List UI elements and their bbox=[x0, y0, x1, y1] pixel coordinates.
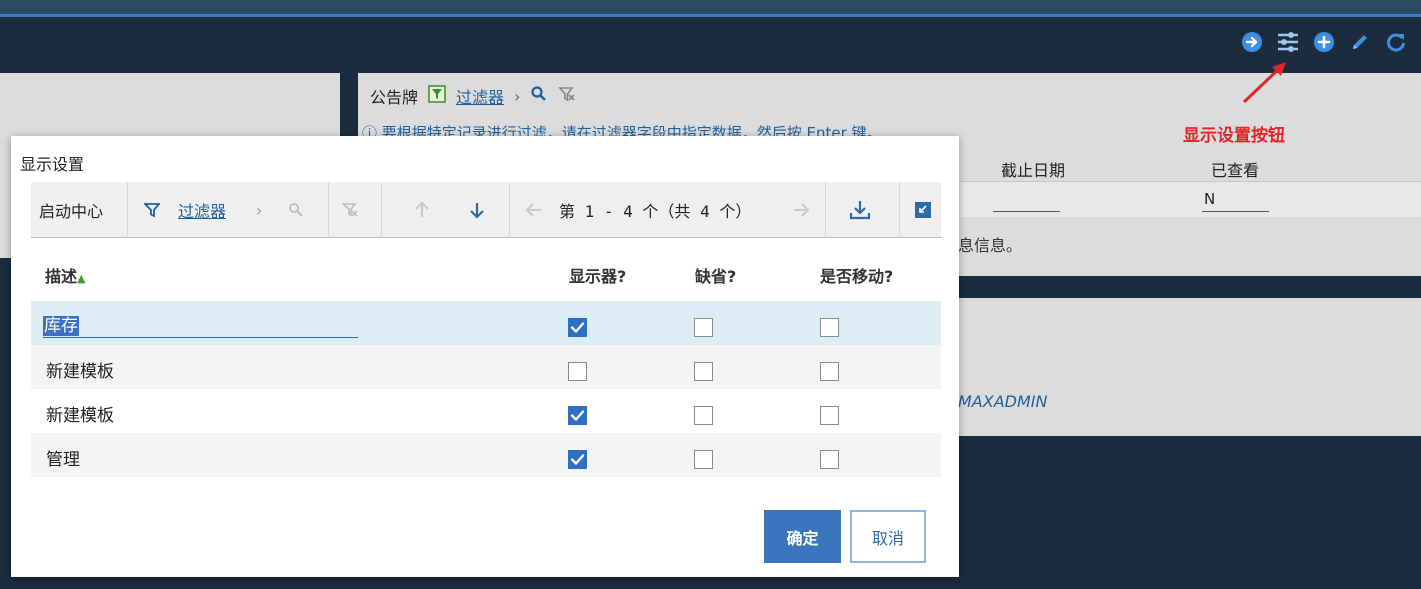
mobile-checkbox[interactable] bbox=[820, 450, 839, 469]
toolbar-divider bbox=[509, 182, 510, 238]
clear-filter-icon[interactable] bbox=[342, 182, 358, 238]
viewed-filter-input[interactable]: N bbox=[1202, 190, 1269, 212]
app-header bbox=[0, 17, 1421, 73]
default-checkbox[interactable] bbox=[694, 362, 713, 381]
mobile-checkbox[interactable] bbox=[820, 362, 839, 381]
toolbar-divider bbox=[328, 182, 329, 238]
display-checkbox[interactable] bbox=[568, 318, 587, 337]
row-desc: 新建模板 bbox=[46, 362, 114, 382]
refresh-icon[interactable] bbox=[1384, 30, 1408, 54]
no-records-message: 息信息。 bbox=[958, 236, 1023, 255]
dialog-title: 显示设置 bbox=[20, 155, 85, 174]
filter-toggle-icon[interactable] bbox=[428, 85, 446, 107]
pagination-label: 第 1 - 4 个（共 4 个） bbox=[559, 202, 752, 221]
mobile-checkbox[interactable] bbox=[820, 406, 839, 425]
sort-asc-icon: ▲ bbox=[77, 272, 86, 285]
annotation-label: 显示设置按钮 bbox=[1183, 126, 1285, 146]
clear-filter-icon[interactable] bbox=[558, 85, 576, 107]
viewed-header: 已查看 bbox=[1211, 161, 1260, 180]
row-desc: 管理 bbox=[46, 450, 80, 470]
ok-button[interactable]: 确定 bbox=[764, 510, 841, 563]
col-default-header[interactable]: 缺省? bbox=[695, 263, 736, 287]
dialog-filter-link[interactable]: 过滤器 bbox=[178, 182, 226, 238]
lower-panel bbox=[940, 298, 1421, 436]
arrow-left-icon[interactable] bbox=[525, 182, 543, 238]
search-icon[interactable] bbox=[530, 85, 548, 107]
default-checkbox[interactable] bbox=[694, 406, 713, 425]
mobile-checkbox[interactable] bbox=[820, 318, 839, 337]
table-header: 描述▲ 显示器? 缺省? 是否移动? bbox=[31, 239, 941, 301]
row-desc: 新建模板 bbox=[46, 406, 114, 426]
user-name: MAXADMIN bbox=[958, 392, 1048, 411]
chevron-right-icon: › bbox=[514, 86, 521, 106]
due-date-filter-input[interactable] bbox=[993, 190, 1060, 212]
table-row[interactable]: 库存 bbox=[31, 301, 941, 345]
minimize-icon[interactable] bbox=[915, 182, 931, 238]
plus-circle-icon[interactable] bbox=[1312, 30, 1336, 54]
col-desc-header[interactable]: 描述▲ bbox=[45, 263, 85, 287]
annotation-arrow-icon bbox=[1242, 62, 1286, 104]
chevron-right-icon: › bbox=[256, 200, 263, 220]
display-checkbox[interactable] bbox=[568, 450, 587, 469]
toolbar-divider bbox=[127, 182, 128, 238]
arrow-right-circle-icon[interactable] bbox=[1240, 30, 1264, 54]
due-date-header: 截止日期 bbox=[1001, 161, 1066, 180]
toolbar-app-label: 启动中心 bbox=[39, 202, 104, 221]
display-checkbox[interactable] bbox=[568, 362, 587, 381]
toolbar-divider bbox=[899, 182, 900, 238]
table-row[interactable]: 新建模板 bbox=[31, 345, 941, 389]
display-settings-dialog: 显示设置 启动中心 过滤器 › 第 1 - 4 个（共 4 个） 描述▲ 显示器… bbox=[11, 136, 959, 577]
sliders-icon[interactable] bbox=[1276, 30, 1300, 54]
bulletin-app-label: 公告牌 bbox=[370, 88, 419, 107]
download-icon[interactable] bbox=[849, 182, 871, 238]
bulletin-filter-link[interactable]: 过滤器 bbox=[456, 84, 504, 108]
dialog-toolbar: 启动中心 过滤器 › 第 1 - 4 个（共 4 个） bbox=[31, 182, 941, 238]
filter-icon[interactable] bbox=[144, 182, 160, 238]
col-display-header[interactable]: 显示器? bbox=[569, 263, 626, 287]
desc-input[interactable]: 库存 bbox=[43, 311, 358, 338]
top-strip bbox=[0, 0, 1421, 14]
arrow-up-icon[interactable] bbox=[414, 182, 430, 238]
default-checkbox[interactable] bbox=[694, 450, 713, 469]
toolbar-divider bbox=[381, 182, 382, 238]
search-icon[interactable] bbox=[288, 182, 304, 238]
arrow-right-icon[interactable] bbox=[792, 182, 810, 238]
bulletin-breadcrumb: 公告牌 过滤器 › bbox=[370, 84, 576, 108]
default-checkbox[interactable] bbox=[694, 318, 713, 337]
display-checkbox[interactable] bbox=[568, 406, 587, 425]
table-row[interactable]: 新建模板 bbox=[31, 389, 941, 433]
display-settings-table: 描述▲ 显示器? 缺省? 是否移动? 库存 新建模板 新建模板 管理 bbox=[31, 239, 941, 477]
toolbar-divider bbox=[825, 182, 826, 238]
table-row[interactable]: 管理 bbox=[31, 433, 941, 477]
cancel-button[interactable]: 取消 bbox=[850, 510, 926, 563]
arrow-down-icon[interactable] bbox=[469, 182, 485, 238]
col-mobile-header[interactable]: 是否移动? bbox=[820, 263, 893, 287]
pencil-icon[interactable] bbox=[1348, 30, 1372, 54]
